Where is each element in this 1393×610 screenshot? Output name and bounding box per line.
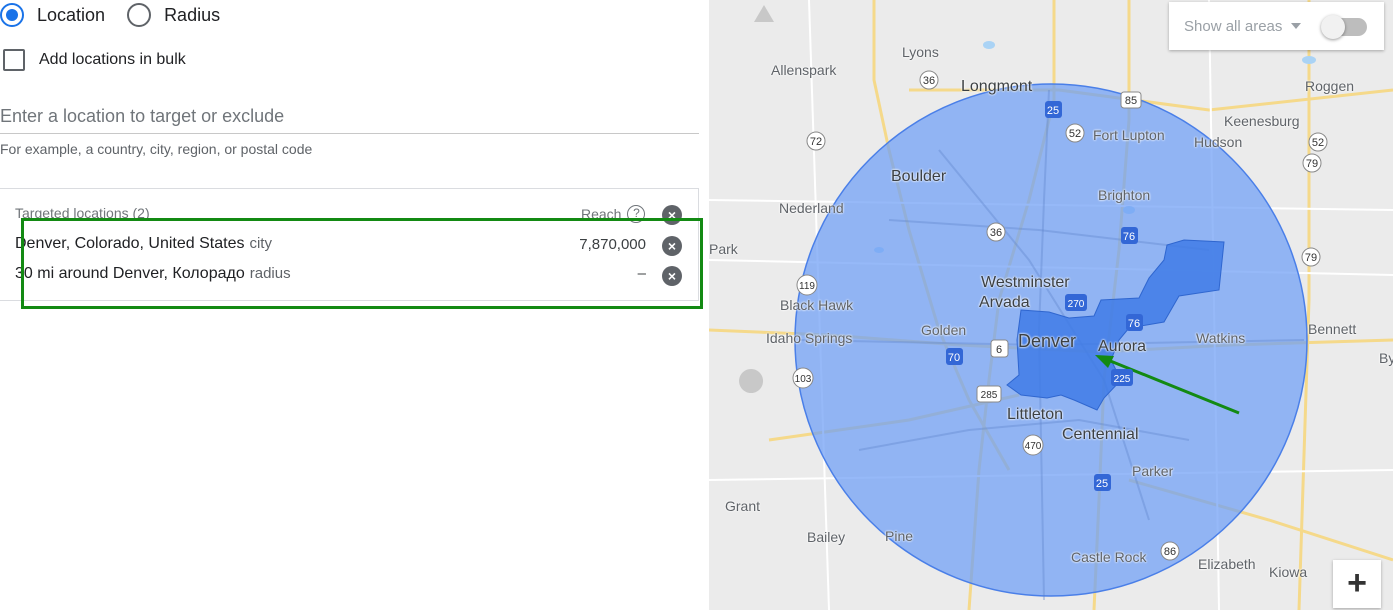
targeting-type-radio-group: Location Radius bbox=[0, 2, 242, 28]
map-label-hudson: Hudson bbox=[1194, 134, 1243, 150]
route-shield: 86 bbox=[1160, 541, 1180, 561]
map-label-longmont: Longmont bbox=[961, 78, 1033, 95]
toggle-knob[interactable] bbox=[1321, 15, 1345, 39]
svg-text:470: 470 bbox=[1025, 441, 1042, 452]
route-shield: 36 bbox=[919, 70, 939, 90]
location-radio[interactable] bbox=[0, 3, 24, 27]
route-shield: 6 bbox=[990, 339, 1009, 358]
route-shield: 79 bbox=[1302, 153, 1322, 173]
route-shield: 72 bbox=[806, 131, 826, 151]
map-label-allenspark: Allenspark bbox=[771, 62, 837, 78]
svg-text:79: 79 bbox=[1306, 158, 1318, 170]
route-shield: 76 bbox=[1121, 227, 1138, 244]
bulk-locations-label[interactable]: Add locations in bulk bbox=[39, 51, 186, 69]
map-label-keenesburg: Keenesburg bbox=[1224, 113, 1300, 129]
route-shield: 225 bbox=[1111, 369, 1133, 386]
lake bbox=[1302, 56, 1316, 64]
svg-text:103: 103 bbox=[795, 374, 812, 385]
route-shield: 25 bbox=[1045, 101, 1062, 118]
svg-text:85: 85 bbox=[1125, 95, 1137, 107]
zoom-in-button[interactable]: + bbox=[1333, 560, 1381, 608]
location-targeting-panel: Location Radius Add locations in bulk Fo… bbox=[0, 0, 709, 610]
map-label-aurora: Aurora bbox=[1098, 338, 1147, 355]
mountain-icon bbox=[754, 5, 774, 22]
svg-text:76: 76 bbox=[1128, 318, 1140, 330]
map-label-kiowa: Kiowa bbox=[1269, 564, 1308, 580]
dropdown-arrow-icon[interactable] bbox=[1291, 23, 1302, 29]
route-shield: 119 bbox=[796, 274, 818, 296]
map-label-by: By bbox=[1379, 350, 1393, 366]
show-all-areas-dropdown[interactable]: Show all areas bbox=[1184, 18, 1282, 35]
map-label-littleton: Littleton bbox=[1007, 406, 1064, 423]
svg-text:270: 270 bbox=[1068, 299, 1085, 310]
map-label-boulder: Boulder bbox=[891, 168, 947, 185]
route-shield: 70 bbox=[946, 348, 963, 365]
route-shield: 76 bbox=[1126, 314, 1143, 331]
svg-text:52: 52 bbox=[1069, 128, 1081, 140]
svg-text:52: 52 bbox=[1312, 137, 1324, 149]
map-label-parker: Parker bbox=[1132, 463, 1174, 479]
svg-text:285: 285 bbox=[981, 390, 998, 401]
route-shield: 52 bbox=[1308, 132, 1328, 152]
route-shield: 103 bbox=[792, 367, 814, 389]
svg-text:25: 25 bbox=[1096, 478, 1108, 490]
svg-text:6: 6 bbox=[996, 344, 1002, 356]
show-all-areas-toggle[interactable] bbox=[1321, 15, 1367, 39]
show-all-areas-control: Show all areas bbox=[1169, 2, 1384, 50]
bulk-locations-row: Add locations in bulk bbox=[3, 48, 186, 72]
mountain-icon bbox=[739, 369, 764, 393]
location-search-helper: For example, a country, city, region, or… bbox=[0, 141, 313, 157]
map-view[interactable]: 36 25 85 52 72 52 79 36 76 79 119 270 76… bbox=[709, 0, 1393, 610]
map-label-nederland: Nederland bbox=[779, 200, 844, 216]
map-label-grant: Grant bbox=[725, 498, 761, 514]
bulk-locations-checkbox[interactable] bbox=[3, 49, 25, 71]
map-label-pine: Pine bbox=[885, 528, 914, 544]
map-label-bennett: Bennett bbox=[1308, 321, 1357, 337]
svg-text:76: 76 bbox=[1123, 231, 1135, 243]
svg-text:86: 86 bbox=[1164, 546, 1176, 558]
route-shield: 285 bbox=[976, 385, 1002, 403]
map-label-lyons: Lyons bbox=[902, 44, 939, 60]
route-shield: 25 bbox=[1094, 474, 1111, 491]
svg-text:79: 79 bbox=[1305, 252, 1317, 264]
map-label-elizabeth: Elizabeth bbox=[1198, 556, 1256, 572]
map-label-black-hawk: Black Hawk bbox=[780, 297, 854, 313]
svg-text:36: 36 bbox=[923, 75, 935, 87]
radius-radio-label[interactable]: Radius bbox=[164, 5, 220, 26]
map-label-brighton: Brighton bbox=[1098, 187, 1151, 203]
route-shield: 36 bbox=[986, 222, 1006, 242]
svg-text:72: 72 bbox=[810, 136, 822, 148]
svg-text:70: 70 bbox=[948, 352, 960, 364]
route-shield: 85 bbox=[1120, 91, 1142, 109]
svg-text:36: 36 bbox=[990, 227, 1002, 239]
route-shield: 470 bbox=[1022, 434, 1044, 456]
map-label-westminster: Westminster bbox=[981, 274, 1070, 291]
highlight-box-annotation bbox=[21, 218, 703, 309]
map-label-park: Park bbox=[709, 241, 738, 257]
svg-text:225: 225 bbox=[1114, 374, 1131, 385]
map-label-roggen: Roggen bbox=[1305, 78, 1355, 94]
map-label-golden: Golden bbox=[921, 322, 967, 338]
route-shield: 79 bbox=[1301, 247, 1321, 267]
location-search-input[interactable] bbox=[0, 100, 699, 134]
map-label-bailey: Bailey bbox=[807, 529, 846, 545]
route-shield: 270 bbox=[1065, 294, 1087, 311]
svg-text:25: 25 bbox=[1047, 105, 1059, 117]
map-label-arvada: Arvada bbox=[979, 294, 1030, 311]
map-label-centennial: Centennial bbox=[1062, 426, 1139, 443]
map-label-watkins: Watkins bbox=[1196, 330, 1246, 346]
map-label-denver: Denver bbox=[1018, 331, 1077, 351]
svg-text:119: 119 bbox=[799, 281, 815, 292]
route-shield: 52 bbox=[1065, 123, 1085, 143]
location-radio-label[interactable]: Location bbox=[37, 5, 105, 26]
lake bbox=[983, 41, 995, 49]
map-label-idaho-springs: Idaho Springs bbox=[766, 330, 853, 346]
map-label-castle-rock: Castle Rock bbox=[1071, 549, 1147, 565]
map-label-fort-lupton: Fort Lupton bbox=[1093, 127, 1165, 143]
radius-radio[interactable] bbox=[127, 3, 152, 27]
